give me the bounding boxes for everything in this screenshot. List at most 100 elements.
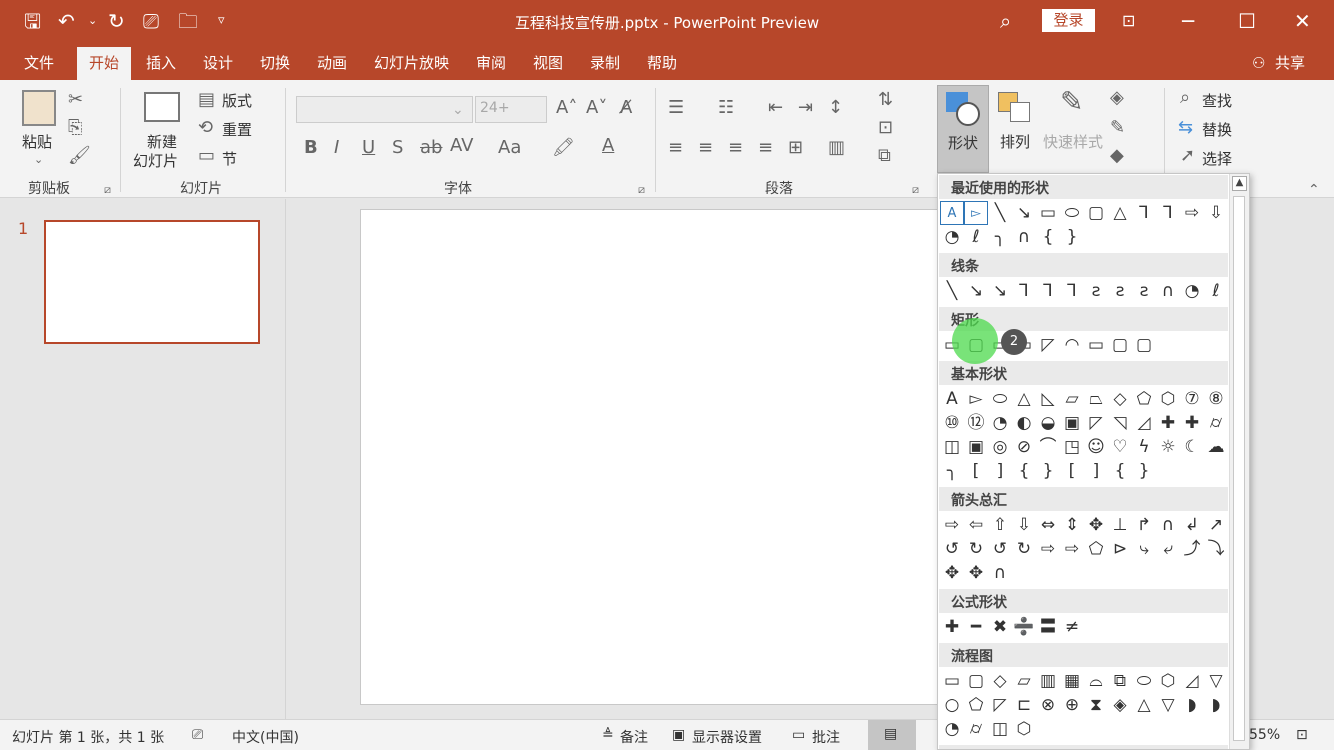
quick-styles-icon[interactable]: ✎ — [1060, 88, 1083, 116]
shape-option[interactable]: ↗ — [1204, 513, 1228, 537]
shape-option[interactable]: ↘ — [1012, 201, 1036, 225]
shape-option[interactable]: ≠ — [1060, 615, 1084, 639]
language[interactable]: 中文(中国) — [232, 727, 299, 747]
shape-option[interactable]: ⇨ — [1180, 201, 1204, 225]
distribute-icon[interactable]: ⊞ — [788, 138, 803, 158]
shape-option[interactable]: ⬭ — [988, 387, 1012, 411]
decrease-font-icon[interactable]: A˅ — [586, 98, 607, 118]
strikethrough-icon[interactable]: ab — [420, 138, 442, 158]
minimize-icon[interactable]: ─ — [1182, 9, 1194, 33]
shape-option[interactable]: ☼ — [1156, 435, 1180, 459]
shape-option[interactable]: △ — [1012, 387, 1036, 411]
shape-option[interactable]: ⇔ — [1036, 513, 1060, 537]
shape-option[interactable]: ◈ — [1108, 693, 1132, 717]
shape-option[interactable]: ◿ — [1132, 411, 1156, 435]
shape-option[interactable]: ƨ — [1084, 279, 1108, 303]
paste-dropdown-icon[interactable]: ⌄ — [34, 150, 43, 170]
shape-option[interactable]: ⌭ — [1204, 411, 1228, 435]
shape-option[interactable]: ◸ — [1084, 411, 1108, 435]
tab-home[interactable]: 开始 — [77, 47, 132, 80]
reset-button[interactable]: 重置 — [222, 119, 252, 140]
copy-icon[interactable]: ⎘ — [68, 118, 82, 138]
shape-option[interactable]: ∩ — [988, 561, 1012, 585]
reset-icon[interactable]: ⟲ — [198, 118, 213, 138]
shape-option[interactable]: ▢ — [1084, 201, 1108, 225]
decrease-indent-icon[interactable]: ⇤ — [768, 98, 783, 118]
bullets-icon[interactable]: ☰ — [668, 98, 684, 118]
shape-option[interactable]: ▢ — [1108, 333, 1132, 357]
format-painter-icon[interactable]: 🖌 — [68, 146, 91, 166]
bold-icon[interactable]: B — [304, 138, 318, 158]
shape-option[interactable]: ⏢ — [1084, 387, 1108, 411]
shape-option[interactable]: ◠ — [1060, 333, 1084, 357]
shape-option[interactable]: ━ — [964, 615, 988, 639]
zoom-level[interactable]: 55% — [1249, 727, 1280, 743]
shape-option[interactable]: ⊘ — [1012, 435, 1036, 459]
shape-option[interactable]: ◎ — [988, 435, 1012, 459]
shape-option[interactable]: ✥ — [964, 561, 988, 585]
shape-option[interactable]: ℓ — [1204, 279, 1228, 303]
shape-option[interactable]: △ — [1132, 693, 1156, 717]
tab-review[interactable]: 审阅 — [476, 53, 506, 73]
shape-option[interactable]: ◇ — [1108, 387, 1132, 411]
shape-option[interactable]: ℓ — [964, 225, 988, 249]
shape-option[interactable]: ⧉ — [1108, 669, 1132, 693]
replace-icon[interactable]: ⇆ — [1178, 118, 1193, 138]
comments-icon[interactable]: ▭ — [792, 727, 805, 743]
shape-option[interactable]: ○ — [940, 693, 964, 717]
shape-option[interactable]: ⑦ — [1180, 387, 1204, 411]
tab-insert[interactable]: 插入 — [146, 53, 176, 73]
shape-option[interactable]: ⇕ — [1060, 513, 1084, 537]
shape-option[interactable]: ⇨ — [1060, 537, 1084, 561]
spacing-icon[interactable]: AV — [450, 136, 473, 156]
shape-option[interactable]: ⬠ — [964, 693, 988, 717]
shape-option[interactable]: ▭ — [1084, 333, 1108, 357]
paste-icon[interactable] — [22, 90, 56, 126]
text-direction-icon[interactable]: ⇅ — [878, 90, 893, 110]
shape-option[interactable]: ⬠ — [1132, 387, 1156, 411]
select-button[interactable]: 选择 — [1202, 148, 1232, 169]
shape-option[interactable]: ⅂ — [1132, 201, 1156, 225]
shape-option[interactable]: ╮ — [988, 225, 1012, 249]
tab-transitions[interactable]: 切换 — [260, 53, 290, 73]
shape-option[interactable]: ✚ — [940, 615, 964, 639]
display-settings-icon[interactable]: ▣ — [672, 727, 685, 743]
shape-option[interactable]: ◔ — [988, 411, 1012, 435]
fit-slide-icon[interactable]: ⊡ — [1296, 727, 1308, 743]
shape-option[interactable]: ☁ — [1204, 435, 1228, 459]
shape-option[interactable]: ↱ — [1132, 513, 1156, 537]
shape-option[interactable]: ◐ — [1012, 411, 1036, 435]
person-icon[interactable]: ⚇ — [1252, 53, 1265, 73]
replace-button[interactable]: 替换 — [1202, 119, 1232, 140]
shape-option[interactable]: ⊗ — [1036, 693, 1060, 717]
shape-effects-icon[interactable]: ◆ — [1110, 146, 1124, 166]
shape-option[interactable]: ƨ — [1132, 279, 1156, 303]
shape-option[interactable]: ⇧ — [988, 513, 1012, 537]
shape-option[interactable]: ⬭ — [1132, 669, 1156, 693]
shape-option[interactable]: ◿ — [1180, 669, 1204, 693]
shape-option[interactable]: ⇨ — [1036, 537, 1060, 561]
shape-option[interactable]: ⌓ — [1084, 669, 1108, 693]
section-button[interactable]: 节 — [222, 148, 237, 169]
shape-option[interactable]: ⑩ — [940, 411, 964, 435]
close-icon[interactable]: ✕ — [1294, 9, 1311, 33]
shape-option[interactable]: ▢ — [1132, 333, 1156, 357]
align-center-icon[interactable]: ≡ — [698, 138, 713, 158]
change-case-icon[interactable]: Aa — [498, 138, 521, 158]
increase-font-icon[interactable]: A˄ — [556, 98, 577, 118]
shape-option[interactable]: ⊳ — [1108, 537, 1132, 561]
shape-option[interactable]: ⊕ — [1060, 693, 1084, 717]
shape-option[interactable]: ▱ — [1060, 387, 1084, 411]
shape-option[interactable]: ⌒ — [1036, 435, 1060, 459]
shape-option[interactable]: ⤶ — [1156, 537, 1180, 561]
shape-option[interactable]: ⤵ — [1204, 537, 1228, 561]
shapes-button[interactable]: 形状 — [937, 85, 989, 173]
shape-option[interactable]: ↘ — [988, 279, 1012, 303]
clipboard-launcher-icon[interactable]: ⧄ — [104, 180, 111, 200]
gallery-scrollbar[interactable]: ▲ — [1229, 174, 1249, 749]
shape-outline-icon[interactable]: ✎ — [1110, 118, 1125, 138]
shape-option[interactable]: { — [1036, 225, 1060, 249]
shape-option[interactable]: ▭ — [1036, 201, 1060, 225]
comments-button[interactable]: 批注 — [812, 727, 840, 747]
notes-button[interactable]: 备注 — [620, 727, 648, 747]
